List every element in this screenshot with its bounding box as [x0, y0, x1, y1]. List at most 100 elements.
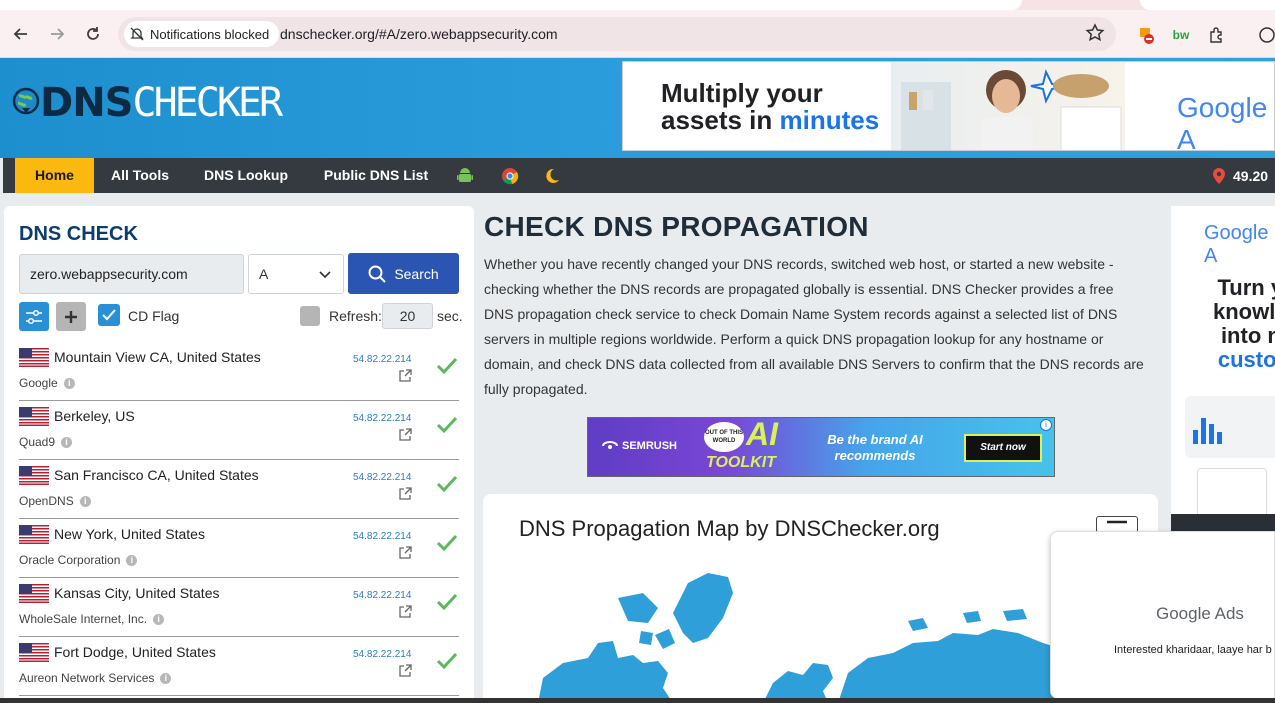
globe-pin-icon	[12, 87, 40, 115]
ad-headline-part-a: assets in	[661, 105, 780, 135]
ad-google-text: Google A	[1177, 92, 1268, 151]
external-link-icon[interactable]	[399, 487, 412, 500]
hostname-input[interactable]: zero.webappsecurity.com	[19, 254, 244, 294]
dns-server-row: Mountain View CA, United States Google i 54…	[19, 342, 459, 401]
extension-icon-1[interactable]	[1135, 24, 1157, 46]
reload-icon	[87, 27, 99, 40]
external-link-icon[interactable]	[399, 428, 412, 441]
forward-button[interactable]	[45, 22, 69, 46]
header-ad-banner[interactable]: Multiply your assets in minutes Google A	[622, 61, 1275, 151]
search-button-label: Search	[394, 265, 439, 282]
ad-person-illustration	[901, 69, 1122, 150]
puzzle-icon	[1210, 27, 1222, 43]
server-provider: Oracle Corporation i	[19, 553, 138, 567]
server-provider-name: Oracle Corporation	[19, 553, 121, 567]
nav-all-tools[interactable]: All Tools	[102, 158, 178, 193]
auto-refresh-checkbox[interactable]	[300, 306, 320, 326]
bar-chart-icon	[1193, 418, 1222, 444]
semrush-badge: OUT OF THIS WORLD	[704, 422, 744, 452]
info-icon[interactable]: i	[160, 672, 172, 684]
external-link-icon[interactable]	[399, 546, 412, 559]
server-location: Berkeley, US	[54, 408, 135, 424]
location-pin-icon	[1213, 167, 1225, 184]
external-link-icon[interactable]	[399, 605, 412, 618]
server-provider-name: WholeSale Internet, Inc.	[19, 612, 148, 626]
logo-checker: CHECKER	[132, 80, 284, 126]
logo-dns: DNS	[40, 80, 133, 126]
semrush-toolkit-word: TOOLKIT	[706, 454, 776, 471]
android-icon[interactable]	[456, 167, 474, 185]
dns-server-row: Kansas City, United States WholeSale Inte…	[19, 578, 459, 637]
side-ad-chart-card	[1185, 396, 1275, 458]
profile-button[interactable]	[1256, 24, 1275, 46]
extensions-button[interactable]	[1206, 24, 1228, 46]
options-row: CD Flag Refresh: 20 sec.	[19, 302, 464, 332]
floating-google-ad[interactable]: Google Ads Interested kharidaar, laaye h…	[1050, 531, 1275, 699]
chrome-icon	[1259, 27, 1275, 43]
site-logo[interactable]: DNSCHECKER	[10, 80, 284, 126]
semrush-brand: SEMRUSH	[622, 440, 678, 452]
chrome-extension-icon[interactable]	[501, 167, 519, 185]
browser-tab-strip	[0, 0, 1275, 10]
notifications-blocked-chip[interactable]: Notifications blocked	[124, 21, 280, 47]
notifications-chip-label: Notifications blocked	[150, 26, 270, 42]
nav-public-dns-list[interactable]: Public DNS List	[317, 158, 435, 193]
browser-toolbar: Notifications blocked dnschecker.org/#A/…	[0, 10, 1275, 58]
server-location: Mountain View CA, United States	[54, 349, 261, 365]
back-arrow-icon	[13, 28, 27, 40]
ad-headline: Multiply your assets in minutes	[661, 80, 879, 134]
info-icon[interactable]: i	[79, 495, 91, 507]
info-icon[interactable]: i	[153, 613, 165, 625]
info-icon[interactable]: i	[61, 436, 73, 448]
nav-dns-lookup-label: DNS Lookup	[204, 167, 288, 183]
bw-extension-icon: bw	[1172, 28, 1190, 42]
external-link-icon[interactable]	[399, 369, 412, 382]
page-title: CHECK DNS PROPAGATION	[484, 211, 869, 242]
forward-arrow-icon	[51, 28, 65, 40]
us-flag-icon	[19, 525, 49, 544]
dns-check-panel: DNS CHECK zero.webappsecurity.com A Sear…	[4, 206, 474, 703]
nav-home[interactable]: Home	[15, 158, 94, 193]
browser-tab[interactable]	[0, 0, 1022, 10]
browser-tab-right[interactable]	[1140, 0, 1275, 10]
bookmark-star-icon[interactable]	[1084, 22, 1106, 44]
add-server-button[interactable]	[56, 302, 86, 331]
record-type-select[interactable]: A	[248, 254, 344, 294]
cd-flag-checkbox[interactable]	[98, 304, 120, 326]
semrush-logo: SEMRUSH	[602, 440, 677, 452]
server-provider: OpenDNS i	[19, 494, 91, 508]
dns-check-title: DNS CHECK	[19, 223, 138, 245]
cd-flag-label: CD Flag	[128, 308, 180, 324]
us-flag-icon	[19, 466, 49, 485]
info-icon[interactable]: i	[63, 377, 75, 389]
address-bar[interactable]: Notifications blocked dnschecker.org/#A/…	[118, 17, 1116, 51]
refresh-seconds-input[interactable]: 20	[382, 303, 433, 329]
url-text[interactable]: dnschecker.org/#A/zero.webappsecurity.co…	[280, 26, 558, 42]
back-button[interactable]	[9, 22, 33, 46]
reload-button[interactable]	[81, 22, 105, 46]
server-provider-name: Quad9	[19, 435, 56, 449]
server-provider-name: Google	[19, 376, 58, 390]
server-location: Kansas City, United States	[54, 585, 220, 601]
bell-off-icon	[130, 27, 144, 41]
dark-mode-moon-icon[interactable]	[542, 167, 560, 185]
side-ad-brand: Google A	[1204, 222, 1269, 267]
settings-sliders-button[interactable]	[19, 302, 49, 331]
propagated-check-icon	[436, 534, 458, 552]
extension-icon-2[interactable]: bw	[1170, 24, 1192, 46]
adblock-extension-icon	[1140, 28, 1154, 44]
semrush-ad-banner[interactable]: SEMRUSH OUT OF THIS WORLD AI TOOLKIT Be …	[587, 417, 1055, 477]
dns-server-row: New York, United States Oracle Corporatio…	[19, 519, 459, 578]
external-link-icon[interactable]	[399, 664, 412, 677]
ad-info-icon[interactable]: i	[1040, 419, 1052, 431]
refresh-label: Refresh:	[329, 308, 382, 324]
search-button[interactable]: Search	[348, 253, 459, 294]
resolved-ip: 54.82.22.214	[353, 531, 412, 542]
dns-server-list: Mountain View CA, United States Google i 54…	[19, 342, 459, 696]
propagated-check-icon	[436, 593, 458, 611]
semrush-ai-toolkit: AI	[746, 418, 778, 450]
semrush-start-now-button[interactable]: Start now	[964, 434, 1042, 462]
info-icon[interactable]: i	[126, 554, 138, 566]
nav-home-label: Home	[35, 167, 74, 183]
nav-dns-lookup[interactable]: DNS Lookup	[198, 158, 294, 193]
